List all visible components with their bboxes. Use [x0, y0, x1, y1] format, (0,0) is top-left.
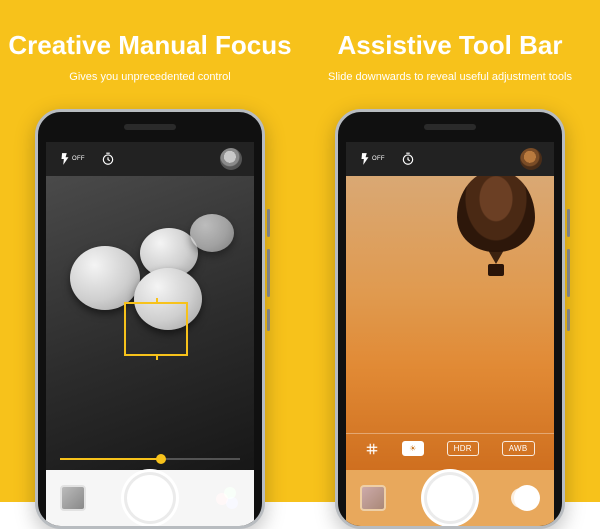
camera-bottom-bar: [46, 470, 254, 526]
panel-assistive-toolbar: Assistive Tool Bar Slide downwards to re…: [300, 0, 600, 502]
shutter-button[interactable]: [427, 475, 473, 521]
camera-viewport[interactable]: [46, 176, 254, 470]
phone-side-button: [567, 309, 570, 331]
preview-image: [46, 176, 254, 470]
preview-image: ☀ HDR AWB: [346, 176, 554, 470]
assistive-toolbar: ☀ HDR AWB: [346, 441, 554, 456]
focus-slider-fill: [60, 458, 161, 460]
camera-viewport[interactable]: ☀ HDR AWB: [346, 176, 554, 470]
panel-title: Assistive Tool Bar: [338, 30, 563, 61]
lens-preview-icon[interactable]: [520, 148, 542, 170]
wb-sunny-button[interactable]: ☀: [402, 441, 423, 456]
color-mode-button[interactable]: [214, 485, 240, 511]
phone-speaker: [124, 124, 176, 130]
flash-icon[interactable]: OFF: [58, 152, 85, 166]
promo-stage: Creative Manual Focus Gives you unpreced…: [0, 0, 600, 502]
camera-app-screen: OFF: [346, 142, 554, 526]
phone-mockup: OFF: [35, 109, 265, 529]
balloon-graphic: [456, 176, 536, 290]
panel-subtitle: Slide downwards to reveal useful adjustm…: [328, 71, 572, 83]
camera-bottom-bar: [346, 470, 554, 526]
phone-side-button: [267, 309, 270, 331]
focus-slider[interactable]: [60, 458, 240, 460]
phone-side-button: [567, 249, 570, 297]
shutter-button[interactable]: [127, 475, 173, 521]
phone-mockup: OFF: [335, 109, 565, 529]
flash-mode-label: OFF: [372, 156, 385, 162]
focus-reticle[interactable]: [124, 302, 188, 356]
phone-side-button: [567, 209, 570, 237]
grid-icon[interactable]: [365, 442, 379, 456]
flash-icon[interactable]: OFF: [358, 152, 385, 166]
gallery-button[interactable]: [60, 485, 86, 511]
hdr-button[interactable]: HDR: [447, 441, 479, 456]
awb-button[interactable]: AWB: [502, 441, 535, 456]
timer-icon[interactable]: [401, 152, 415, 166]
phone-side-button: [267, 209, 270, 237]
camera-app-screen: OFF: [46, 142, 254, 526]
filters-button[interactable]: [514, 485, 540, 511]
lens-preview-icon[interactable]: [220, 148, 242, 170]
phone-side-button: [267, 249, 270, 297]
gallery-button[interactable]: [360, 485, 386, 511]
camera-top-bar: OFF: [46, 142, 254, 176]
toolbar-divider: [346, 433, 554, 434]
flash-mode-label: OFF: [72, 156, 85, 162]
focus-slider-knob[interactable]: [156, 454, 166, 464]
camera-top-bar: OFF: [346, 142, 554, 176]
panel-title: Creative Manual Focus: [8, 30, 291, 61]
timer-icon[interactable]: [101, 152, 115, 166]
panel-subtitle: Gives you unprecedented control: [69, 71, 230, 83]
phone-speaker: [424, 124, 476, 130]
panel-manual-focus: Creative Manual Focus Gives you unpreced…: [0, 0, 300, 502]
